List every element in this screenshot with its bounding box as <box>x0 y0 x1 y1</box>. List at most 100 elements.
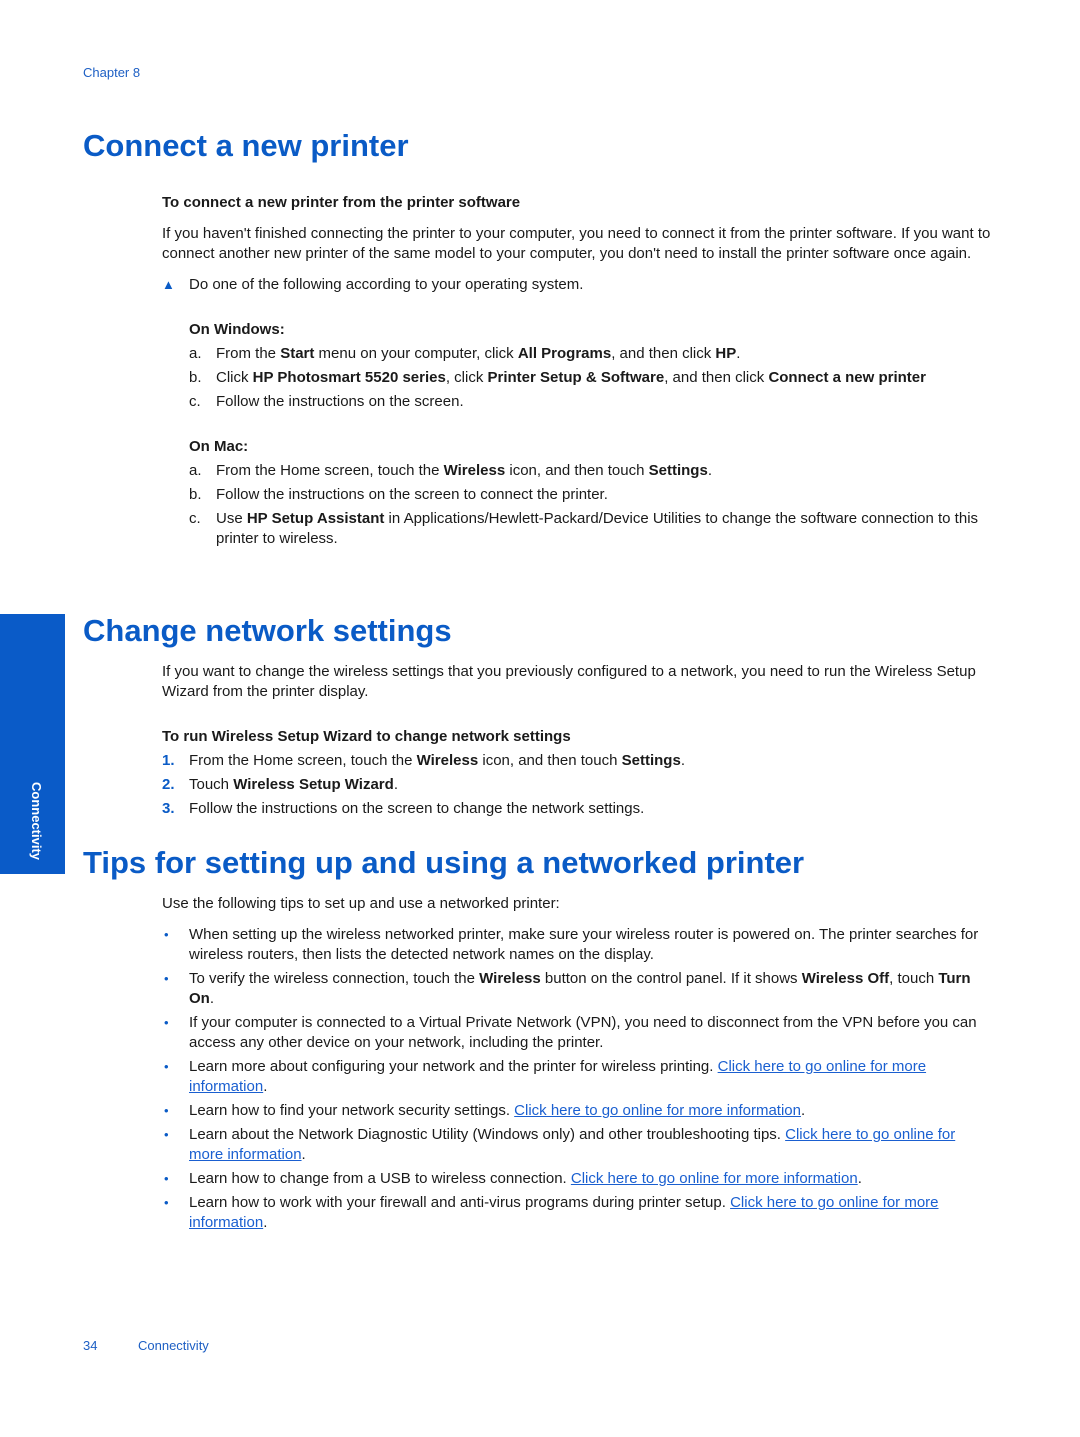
emphasis-text: Start <box>280 345 315 362</box>
tip-item: • Learn how to change from a USB to wirel… <box>162 1169 992 1189</box>
step-content: Follow the instructions on the screen to… <box>216 486 608 503</box>
chapter-label: Chapter 8 <box>83 65 141 80</box>
step-text: Follow the instructions on the screen to… <box>189 800 645 817</box>
side-tab-label: Connectivity <box>29 782 44 861</box>
tip-item: • If your computer is connected to a Virt… <box>162 1013 992 1053</box>
subheading-printer-software: To connect a new printer from the printe… <box>162 194 521 211</box>
list-item: a. From the Home screen, touch the Wirele… <box>189 461 992 481</box>
tip-item: • Learn about the Network Diagnostic Util… <box>162 1125 992 1165</box>
step-marker: a. <box>189 345 202 362</box>
step-marker: b. <box>189 369 202 386</box>
step-content: From the Start menu on your computer, cl… <box>216 345 740 362</box>
step-text: , touch <box>889 970 939 987</box>
step-text: If your computer is connected to a Virtu… <box>189 1014 977 1051</box>
step-text: . <box>209 990 215 1007</box>
tip-text: Learn how to work with your firewall and… <box>189 1194 731 1211</box>
step-marker: b. <box>189 486 202 503</box>
bullet-icon: • <box>164 1015 169 1030</box>
tip-content: Learn how to work with your firewall and… <box>189 1194 939 1231</box>
step-text: From the <box>216 345 281 362</box>
emphasis-text: Settings <box>648 462 708 479</box>
heading-connect-new-printer: Connect a new printer <box>83 128 409 163</box>
instruction-text: Do one of the following according to you… <box>189 276 584 293</box>
more-info-link[interactable]: Click here to go online for more informa… <box>571 1170 858 1187</box>
emphasis-text: Wireless <box>443 462 506 479</box>
tip-item: • Learn more about configuring your netwo… <box>162 1057 992 1097</box>
tip-text: Learn how to change from a USB to wirele… <box>189 1170 571 1187</box>
emphasis-text: HP Setup Assistant <box>246 510 385 527</box>
step-text: icon, and then touch <box>478 752 622 769</box>
step-text: menu on your computer, click <box>314 345 518 362</box>
heading-change-network-settings: Change network settings <box>83 613 452 648</box>
step-content: Follow the instructions on the screen to… <box>189 800 644 817</box>
step-text: From the Home screen, touch the <box>189 752 417 769</box>
step-content: Use HP Setup Assistant in Applications/H… <box>216 510 978 547</box>
step-marker: 3. <box>162 800 175 817</box>
list-item: b. Click HP Photosmart 5520 series, click… <box>189 368 992 388</box>
triangle-icon: ▲ <box>162 277 175 292</box>
step-marker: 1. <box>162 752 175 769</box>
intro-paragraph: If you haven't finished connecting the p… <box>162 225 991 262</box>
step-marker: c. <box>189 510 201 527</box>
step-text: . <box>393 776 398 793</box>
emphasis-text: Wireless Off <box>801 970 890 987</box>
step-text: , and then click <box>611 345 716 362</box>
tip-text-end: . <box>800 1102 806 1119</box>
windows-label: On Windows: <box>189 321 285 338</box>
more-info-link[interactable]: Click here to go online for more informa… <box>514 1102 801 1119</box>
emphasis-text: HP Photosmart 5520 series <box>252 369 446 386</box>
step-text: , click <box>445 369 488 386</box>
step-text: Follow the instructions on the screen to… <box>216 486 608 503</box>
tip-text-end: . <box>857 1170 862 1187</box>
instruction-row: ▲ Do one of the following according to y… <box>162 275 992 295</box>
list-item: 3. Follow the instructions on the screen … <box>162 799 992 819</box>
tip-item: • Learn how to find your network security… <box>162 1101 992 1121</box>
tip-content: Learn about the Network Diagnostic Utili… <box>189 1126 955 1163</box>
footer-section-title: Connectivity <box>138 1338 209 1353</box>
page-number: 34 <box>83 1338 98 1353</box>
tip-content: If your computer is connected to a Virtu… <box>189 1014 977 1051</box>
intro-paragraph: Use the following tips to set up and use… <box>162 895 560 912</box>
emphasis-text: Wireless Setup Wizard <box>233 776 394 793</box>
list-item: c. Use HP Setup Assistant in Applications… <box>189 509 992 549</box>
step-content: From the Home screen, touch the Wireless… <box>216 462 712 479</box>
tip-text-end: . <box>263 1078 268 1095</box>
tip-item: • Learn how to work with your firewall an… <box>162 1193 992 1233</box>
step-text: button on the control panel. If it shows <box>540 970 802 987</box>
tip-content: Learn more about configuring your networ… <box>189 1058 926 1095</box>
tip-content: Learn how to change from a USB to wirele… <box>189 1170 862 1187</box>
step-text: icon, and then touch <box>505 462 649 479</box>
emphasis-text: Printer Setup & Software <box>487 369 665 386</box>
step-text: . <box>736 345 741 362</box>
step-text: From the Home screen, touch the <box>216 462 444 479</box>
section-connect-new-printer: To connect a new printer from the printe… <box>162 193 992 549</box>
tip-item: • To verify the wireless connection, touc… <box>162 969 992 1009</box>
list-item: 1. From the Home screen, touch the Wirele… <box>162 751 992 771</box>
step-text: , and then click <box>664 369 769 386</box>
tip-text: Learn more about configuring your networ… <box>189 1058 718 1075</box>
step-text: Follow the instructions on the screen. <box>216 393 464 410</box>
mac-steps: a. From the Home screen, touch the Wirele… <box>162 461 992 549</box>
step-marker: a. <box>189 462 202 479</box>
bullet-icon: • <box>164 1195 169 1210</box>
step-text: Click <box>216 369 253 386</box>
mac-block: On Mac: <box>162 437 992 457</box>
windows-steps: a. From the Start menu on your computer, … <box>162 344 992 412</box>
heading-networked-printer-tips: Tips for setting up and using a networke… <box>83 845 805 880</box>
tip-item: • When setting up the wireless networked … <box>162 925 992 965</box>
bullet-icon: • <box>164 1171 169 1186</box>
emphasis-text: All Programs <box>517 345 612 362</box>
section-networked-printer-tips: Use the following tips to set up and use… <box>162 894 992 1233</box>
step-marker: c. <box>189 393 201 410</box>
list-item: a. From the Start menu on your computer, … <box>189 344 992 364</box>
list-item: 2. Touch Wireless Setup Wizard. <box>162 775 992 795</box>
list-item: c. Follow the instructions on the screen. <box>189 392 992 412</box>
tip-text: Learn about the Network Diagnostic Utili… <box>189 1126 786 1143</box>
emphasis-text: Connect a new printer <box>768 369 926 386</box>
bullet-icon: • <box>164 1103 169 1118</box>
windows-block: On Windows: <box>162 320 992 340</box>
step-text: To verify the wireless connection, touch… <box>189 970 480 987</box>
emphasis-text: Wireless <box>479 970 541 987</box>
tip-content: Learn how to find your network security … <box>189 1102 805 1119</box>
tip-content: To verify the wireless connection, touch… <box>189 970 971 1007</box>
